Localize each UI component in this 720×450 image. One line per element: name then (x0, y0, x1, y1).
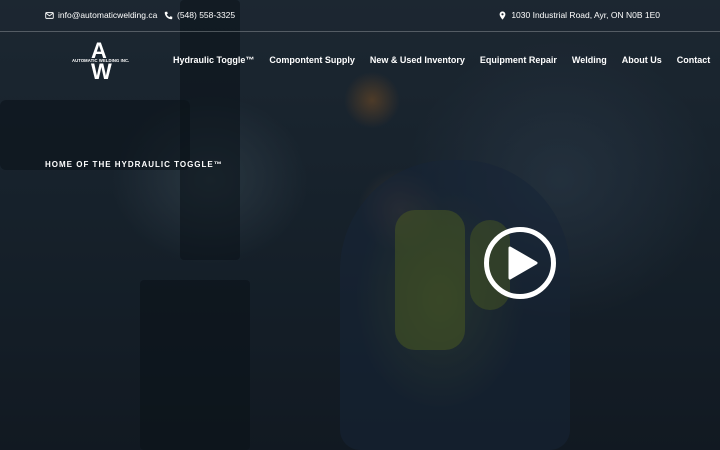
email-text: info@automaticwelding.ca (58, 10, 158, 20)
company-logo[interactable]: A AUTOMATIC WELDING INC. W (72, 38, 136, 86)
nav-item-welding[interactable]: Welding (572, 55, 607, 65)
nav-item-about-us[interactable]: About Us (622, 55, 662, 65)
nav-item-contact[interactable]: Contact (677, 55, 711, 65)
phone-icon (164, 11, 173, 19)
phone-text: (548) 558-3325 (177, 10, 236, 20)
nav-item-inventory[interactable]: New & Used Inventory (370, 55, 465, 65)
nav-item-equipment-repair[interactable]: Equipment Repair (480, 55, 557, 65)
logo-letter-w: W (91, 59, 112, 84)
nav-item-component-supply[interactable]: Compontent Supply (269, 55, 355, 65)
phone-link[interactable]: (548) 558-3325 (164, 10, 235, 20)
address-link[interactable]: 1030 Industrial Road, Ayr, ON N0B 1E0 (498, 10, 660, 20)
location-pin-icon (499, 10, 506, 20)
play-video-button[interactable] (484, 227, 556, 299)
address-text: 1030 Industrial Road, Ayr, ON N0B 1E0 (511, 10, 660, 20)
play-icon (508, 246, 538, 280)
email-link[interactable]: info@automaticwelding.ca (45, 10, 157, 20)
hero-eyebrow: HOME OF THE HYDRAULIC TOGGLE™ (45, 160, 223, 169)
mail-icon (45, 11, 54, 19)
nav-item-hydraulic-toggle[interactable]: Hydraulic Toggle™ (173, 55, 254, 65)
main-navigation: Hydraulic Toggle™ Compontent Supply New … (173, 55, 710, 65)
top-bar: info@automaticwelding.ca (548) 558-3325 … (0, 0, 720, 32)
